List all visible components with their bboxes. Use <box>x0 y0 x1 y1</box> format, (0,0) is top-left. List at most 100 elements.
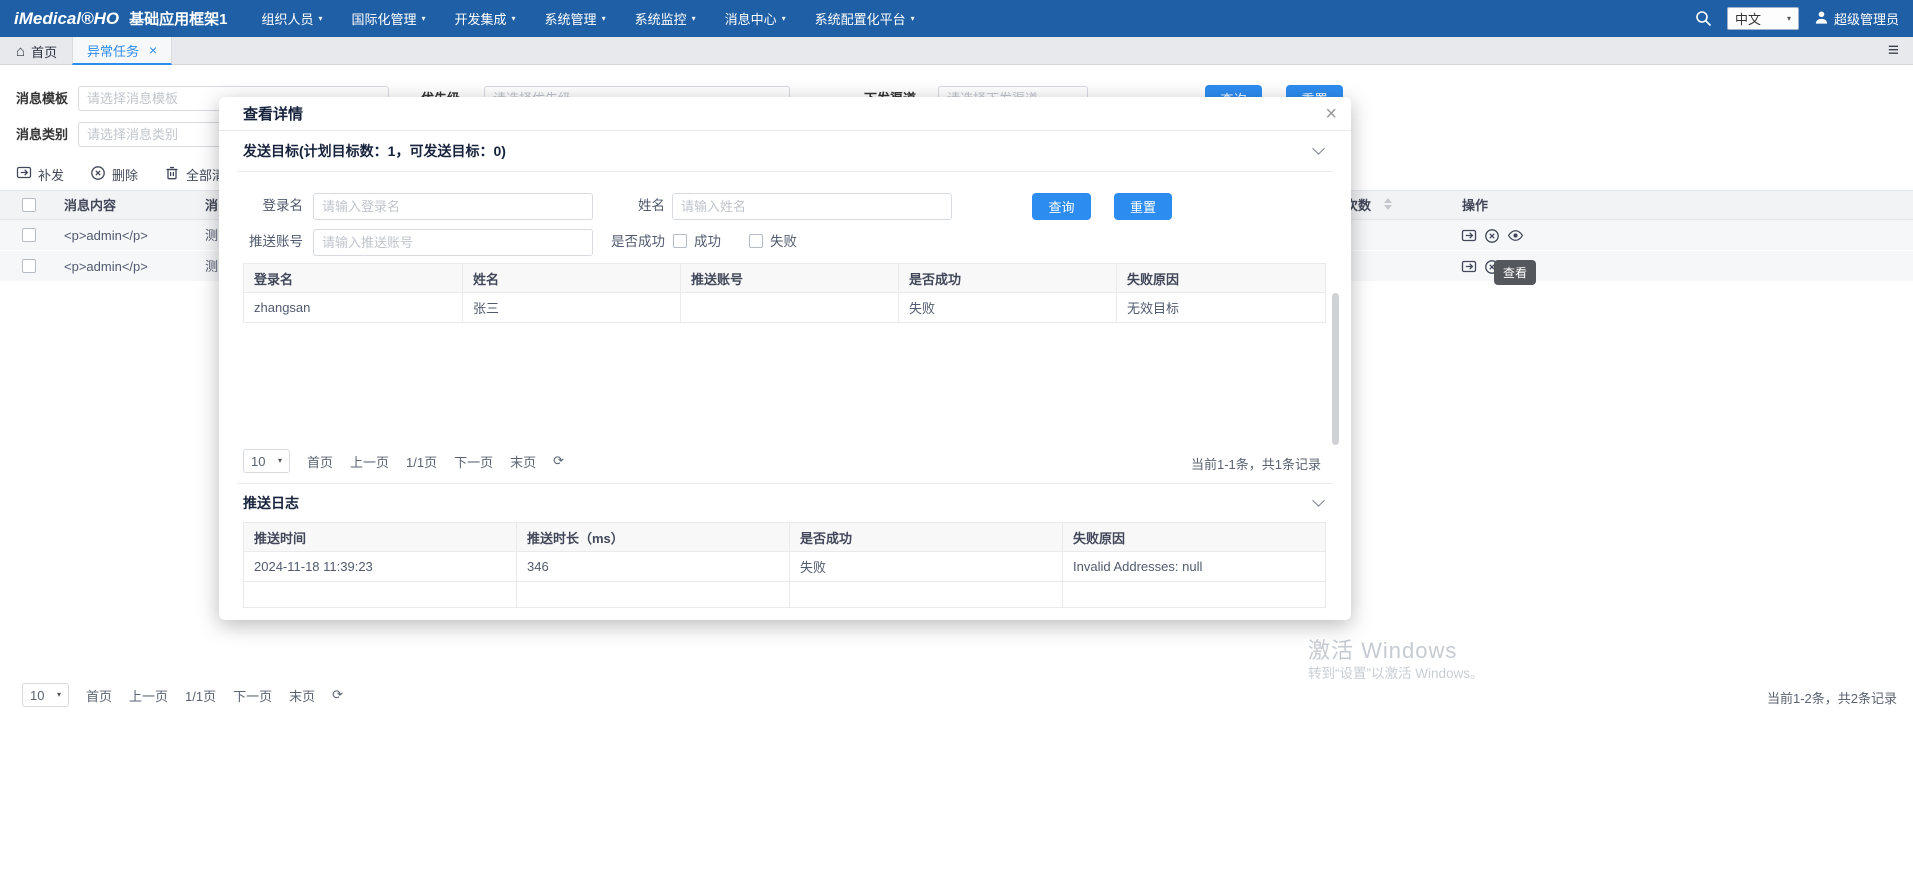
modal-scrollbar-thumb[interactable] <box>1332 293 1339 445</box>
menu-organization-personnel[interactable]: 组织人员 ▾ <box>261 9 322 28</box>
refresh-icon[interactable]: ⟳ <box>553 453 564 469</box>
page-prev[interactable]: 上一页 <box>129 686 168 705</box>
language-value: 中文 <box>1734 12 1761 27</box>
trash-icon <box>164 165 180 184</box>
tabs-menu-icon[interactable]: ≡ <box>1888 41 1899 60</box>
menu-label: 组织人员 <box>261 12 314 27</box>
record-summary: 当前1-2条，共2条记录 <box>1766 691 1897 706</box>
page-last[interactable]: 末页 <box>510 452 536 471</box>
navbar-right: 中文 ▾ 超级管理员 <box>1695 7 1899 30</box>
user-badge[interactable]: 超级管理员 <box>1814 9 1899 28</box>
tab-home[interactable]: ⌂ 首页 <box>16 37 57 65</box>
checkbox-fail[interactable] <box>749 234 763 248</box>
collapse-chevron-icon[interactable] <box>1312 494 1325 507</box>
target-page-size-select[interactable]: 10 ▾ <box>243 449 290 473</box>
detail-modal: 查看详情 × 发送目标(计划目标数：1，可发送目标：0) 登录名 姓名 查询 重… <box>219 97 1351 620</box>
logo-text: iMedical®HO <box>14 9 120 28</box>
checkbox-fail-label: 失败 <box>770 234 797 249</box>
main-menu: 组织人员 ▾ 国际化管理 ▾ 开发集成 ▾ 系统管理 ▾ 系统监控 ▾ 消息中心 ▾ 系统配… <box>261 9 914 28</box>
col-fail-reason: 失败原因 <box>1062 522 1326 552</box>
message-category-label: 消息类别 <box>16 127 69 142</box>
menu-system-monitoring[interactable]: 系统监控 ▾ <box>635 9 696 28</box>
page-first[interactable]: 首页 <box>86 686 112 705</box>
resend-action-icon[interactable] <box>1461 228 1477 244</box>
target-table-header-row: 登录名 姓名 推送账号 是否成功 失败原因 <box>243 263 1326 293</box>
search-icon[interactable] <box>1695 10 1712 27</box>
cell-partial: 测 <box>205 259 219 274</box>
resend-action-icon[interactable] <box>1461 259 1477 275</box>
checkbox-success-label: 成功 <box>694 234 721 249</box>
row-actions <box>1461 220 1524 251</box>
target-record-summary: 当前1-1条，共1条记录 <box>1190 457 1321 472</box>
app-logo: iMedical®HO 基础应用框架1 <box>14 8 227 29</box>
col-push-time: 推送时间 <box>243 522 517 552</box>
page-prev[interactable]: 上一页 <box>350 452 389 471</box>
push-account-input[interactable] <box>313 229 593 256</box>
empty-cell <box>1062 581 1326 608</box>
sort-desc-icon[interactable] <box>1384 205 1392 210</box>
delete-button[interactable]: 删除 <box>90 165 138 184</box>
cell-name: 张三 <box>462 292 681 323</box>
page-next[interactable]: 下一页 <box>454 452 493 471</box>
page-first[interactable]: 首页 <box>307 452 333 471</box>
menu-i18n-management[interactable]: 国际化管理 ▾ <box>351 9 425 28</box>
page-size-select[interactable]: 10 ▾ <box>22 683 69 707</box>
section-push-log-title: 推送日志 <box>243 495 299 511</box>
tab-home-label: 首页 <box>31 44 58 60</box>
name-input[interactable] <box>672 193 952 220</box>
page-last[interactable]: 末页 <box>289 686 315 705</box>
empty-cell <box>789 581 1063 608</box>
push-log-table: 推送时间 推送时长（ms） 是否成功 失败原因 2024-11-18 11:39… <box>243 522 1326 608</box>
page-indicator: 1/1页 <box>406 454 438 470</box>
caret-down-icon: ▾ <box>601 13 606 23</box>
modal-reset-button[interactable]: 重置 <box>1114 193 1172 220</box>
caret-down-icon: ▾ <box>318 13 323 23</box>
activate-windows-hint: 转到“设置”以激活 Windows。 <box>1308 666 1484 681</box>
col-name: 姓名 <box>462 263 681 293</box>
caret-down-icon: ▾ <box>910 13 915 23</box>
empty-cell <box>516 581 790 608</box>
sort-asc-icon[interactable] <box>1384 198 1392 203</box>
collapse-chevron-icon[interactable] <box>1312 142 1325 155</box>
resend-button[interactable]: 补发 <box>16 165 64 184</box>
sort-icons[interactable] <box>1384 198 1392 210</box>
refresh-icon[interactable]: ⟳ <box>332 687 343 703</box>
caret-down-icon: ▾ <box>691 13 696 23</box>
menu-system-management[interactable]: 系统管理 ▾ <box>545 9 606 28</box>
delete-action-icon[interactable] <box>1484 228 1500 244</box>
page-pagination: 10 ▾ 首页 上一页 1/1页 下一页 末页 ⟳ <box>22 683 343 707</box>
log-table-row[interactable]: 2024-11-18 11:39:23 346 失败 Invalid Addre… <box>243 551 1326 582</box>
target-table-row[interactable]: zhangsan 张三 失败 无效目标 <box>243 292 1326 323</box>
select-all-checkbox[interactable] <box>22 198 36 212</box>
menu-message-center[interactable]: 消息中心 ▾ <box>725 9 786 28</box>
tab-abnormal-tasks[interactable]: 异常任务 × <box>72 37 173 65</box>
col-is-success: 是否成功 <box>898 263 1117 293</box>
modal-query-button[interactable]: 查询 <box>1032 193 1091 220</box>
login-name-input[interactable] <box>313 193 593 220</box>
section-push-log: 推送日志 <box>237 483 1333 522</box>
tab-label: 异常任务 <box>87 43 140 59</box>
menu-label: 系统监控 <box>634 12 687 27</box>
row-checkbox[interactable] <box>22 228 36 242</box>
modal-close-icon[interactable]: × <box>1325 104 1337 124</box>
language-select[interactable]: 中文 ▾ <box>1726 7 1799 30</box>
target-pagination: 10 ▾ 首页 上一页 1/1页 下一页 末页 ⟳ <box>243 449 564 473</box>
menu-dev-integration[interactable]: 开发集成 ▾ <box>455 9 516 28</box>
app-title: 基础应用框架1 <box>129 11 228 28</box>
menu-label: 系统配置化平台 <box>814 12 906 27</box>
menu-label: 国际化管理 <box>351 12 417 27</box>
message-template-label: 消息模板 <box>16 91 69 106</box>
resend-label: 补发 <box>38 168 65 183</box>
cell-is-success: 失败 <box>898 292 1117 323</box>
page-next[interactable]: 下一页 <box>233 686 272 705</box>
name-label: 姓名 <box>638 198 665 213</box>
view-action-icon[interactable] <box>1507 227 1524 244</box>
tab-close-icon[interactable]: × <box>149 43 157 57</box>
checkbox-success[interactable] <box>673 234 687 248</box>
menu-system-config-platform[interactable]: 系统配置化平台 ▾ <box>815 9 915 28</box>
column-action: 操作 <box>1462 198 1489 213</box>
caret-down-icon: ▾ <box>277 456 282 465</box>
view-tooltip: 查看 <box>1494 260 1537 285</box>
login-name-label: 登录名 <box>262 198 304 213</box>
row-checkbox[interactable] <box>22 259 36 273</box>
